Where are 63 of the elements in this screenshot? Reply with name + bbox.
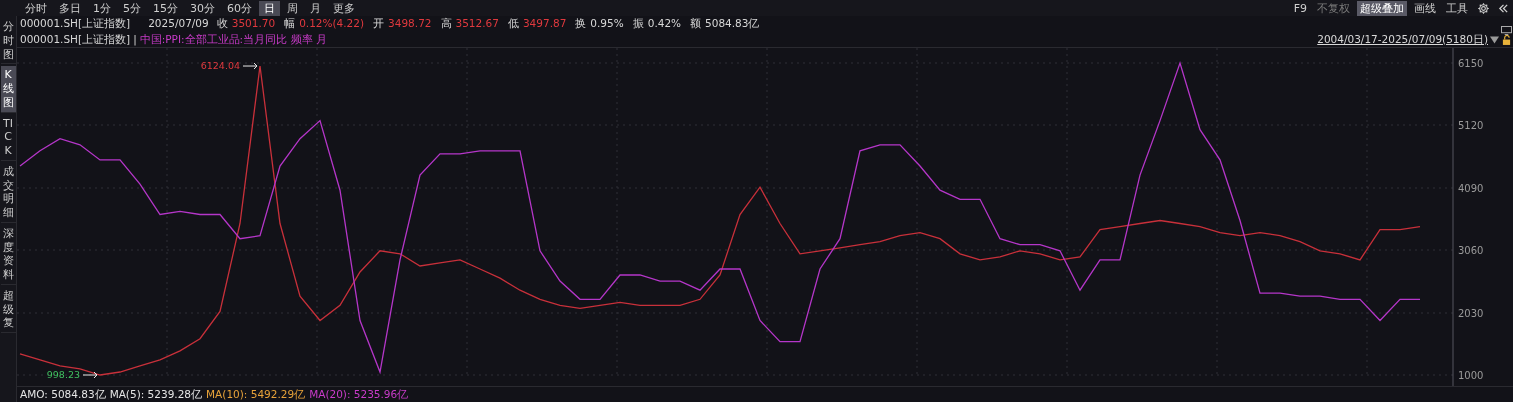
security-label: 000001.SH[上证指数] [20,16,131,32]
field-label: 高 [440,16,452,32]
period-tab[interactable]: 60分 [222,0,257,16]
period-tab[interactable]: 分时 [20,0,52,16]
date-text: 2025/07/09 [148,16,209,32]
security-label: 000001.SH[上证指数] [20,31,131,47]
field-value: 0.42% [647,16,682,32]
axis-tick-label: 3060 [1458,245,1484,257]
field-value: 5084.83亿 [705,16,760,32]
indicator-value: MA(5): 5239.28亿 [109,386,203,402]
caret-icon[interactable] [1490,35,1499,44]
period-tab[interactable]: 30分 [185,0,220,16]
period-tab[interactable]: 15分 [148,0,183,16]
field-label: 开 [373,16,385,32]
toolbar-button[interactable]: 画线 [1411,0,1439,16]
indicator-value: AMO: 5084.83亿 [20,386,106,402]
field-label: 额 [690,16,702,32]
axis-tick-label: 4090 [1458,182,1484,194]
side-tab[interactable]: TICK [0,114,16,161]
field-label: 低 [507,16,519,32]
field-label: 振 [632,16,644,32]
axis-tick-label: 1000 [1458,370,1484,381]
indicator-value: MA(10): 5492.29亿 [206,386,306,402]
side-tab[interactable]: 超级复 [0,286,16,333]
field-value: 3512.67 [455,16,499,32]
frequency-label: 频率 月 [291,31,328,47]
field-value: 3497.87 [522,16,567,32]
field-value: 3498.72 [388,16,432,32]
field-label: 收 [216,16,228,32]
overlay-label: 中国:PPI:全部工业品:当月同比 [139,31,288,47]
price-label: 998.23 [46,369,80,380]
axis-tick-label: 6150 [1458,58,1484,69]
side-tab[interactable]: 成交明细 [0,162,16,223]
field-value: 3501.70 [231,16,276,32]
monitor-icon[interactable] [1501,26,1512,35]
toolbar-button[interactable]: F9 [1290,0,1310,16]
field-value: 0.95% [590,16,624,32]
lock-icon[interactable] [1502,34,1511,45]
pointer-arrow [82,371,98,379]
side-tab[interactable]: K线图 [0,66,16,113]
settings-icon[interactable] [1477,1,1490,15]
toolbar-button[interactable]: 工具 [1443,0,1471,16]
period-tab[interactable]: 多日 [54,0,86,16]
field-value: 0.12%(4.22) [299,16,365,32]
axis-tick-label: 5120 [1458,120,1484,132]
field-label: 幅 [284,16,296,32]
price-label: 6124.04 [200,60,240,72]
period-tab[interactable]: 5分 [118,0,146,16]
toolbar-button[interactable]: 超级叠加 [1357,0,1407,16]
double-chevron-icon[interactable] [1498,2,1509,14]
axis-tick-label: 2030 [1458,307,1484,319]
field-label: 换 [575,16,587,32]
period-tab[interactable]: 1分 [88,0,116,16]
pointer-arrow [242,62,258,70]
period-tab[interactable]: 周 [282,0,303,16]
side-tab[interactable]: 分时图 [0,18,16,65]
indicator-value: MA(20): 5235.96亿 [309,386,409,402]
separator-text: | [133,31,137,48]
period-tab[interactable]: 更多 [328,0,360,16]
period-tab[interactable]: 日 [259,0,280,16]
period-tab[interactable]: 月 [305,0,326,16]
side-tab[interactable]: 深度资料 [0,224,16,285]
date-range-link[interactable]: 2004/03/17-2025/07/09(5180日) [1317,31,1488,48]
